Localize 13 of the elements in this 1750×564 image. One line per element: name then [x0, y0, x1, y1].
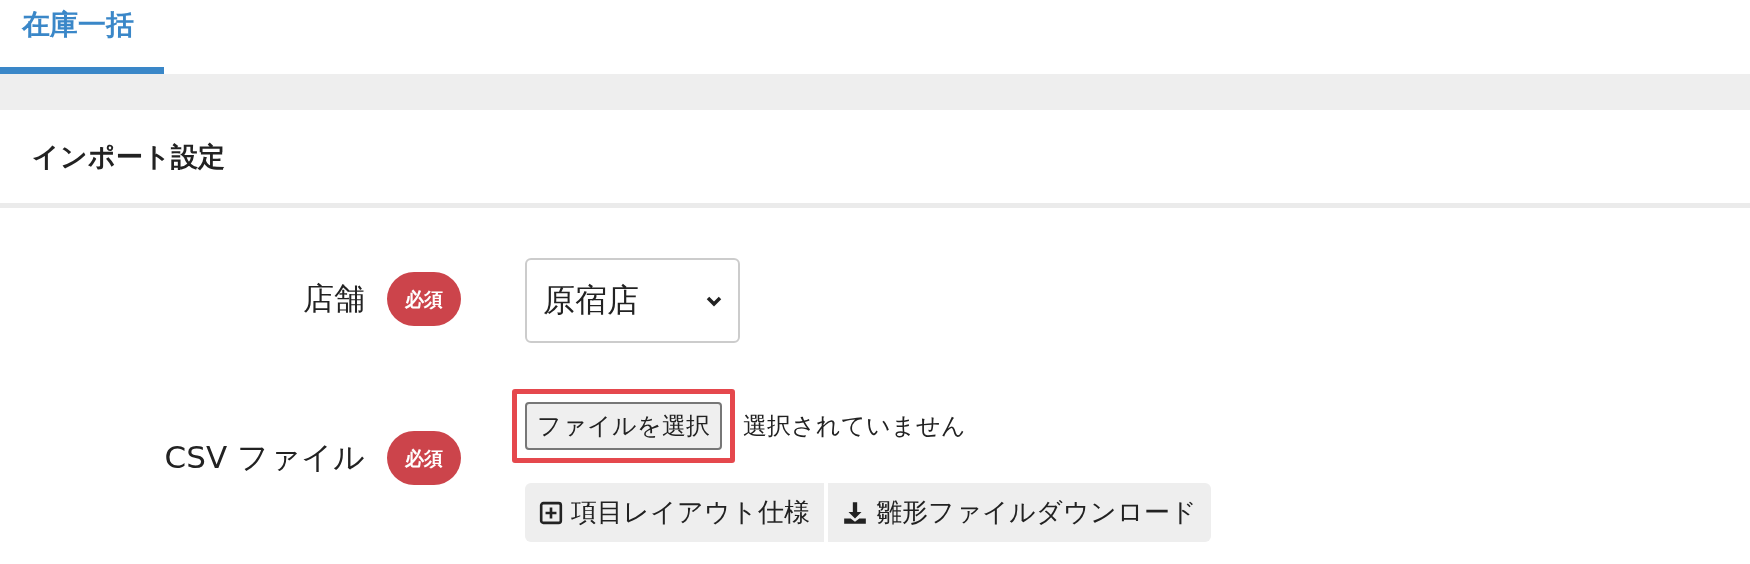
plus-square-icon [539, 500, 563, 525]
store-select[interactable]: 原宿店 [525, 258, 740, 343]
action-button[interactable]: 項目レイアウト仕様 [525, 483, 824, 542]
download-icon [842, 499, 868, 526]
action-button[interactable]: 雛形ファイルダウンロード [828, 483, 1211, 542]
file-status: 選択されていません [743, 411, 966, 442]
chevron-down-icon [706, 294, 722, 307]
field-label: 店舗 [303, 279, 365, 318]
section-title: インポート設定 [32, 139, 225, 174]
choose-file-button[interactable]: ファイルを選択 [525, 402, 722, 450]
required-badge: 必須 [387, 272, 461, 326]
field-label: CSV ファイル [164, 438, 365, 477]
required-badge: 必須 [387, 431, 461, 485]
